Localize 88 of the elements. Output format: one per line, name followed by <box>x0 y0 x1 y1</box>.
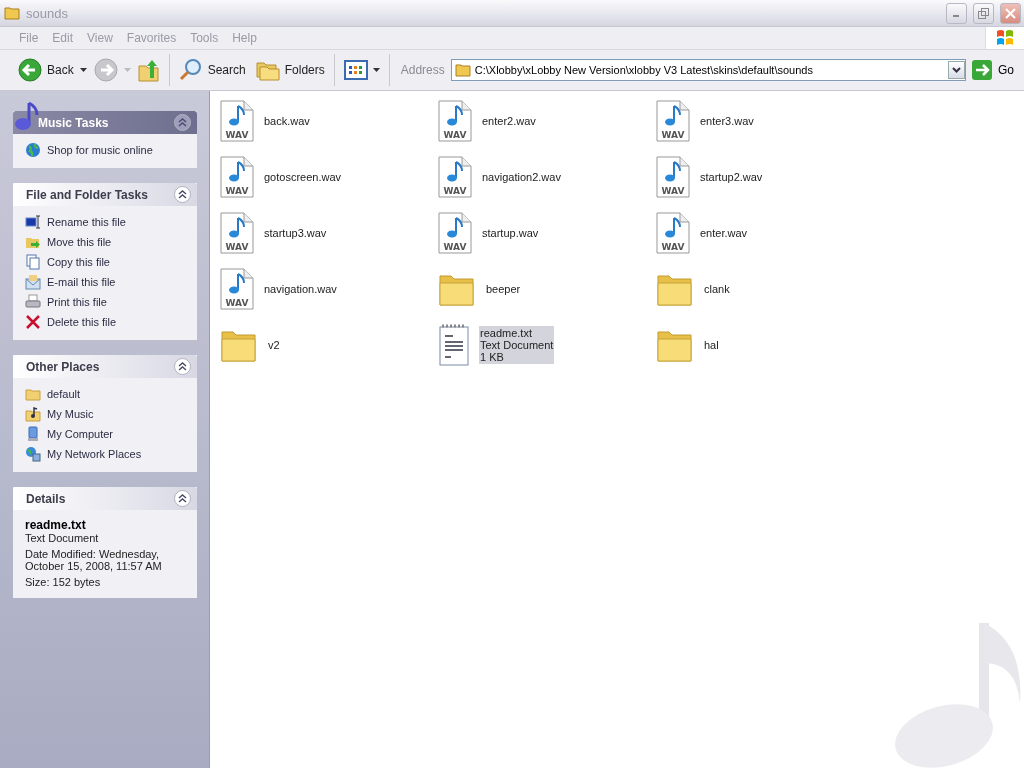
task-link[interactable]: Delete this file <box>25 314 187 330</box>
file-label[interactable]: enter.wav <box>699 226 749 240</box>
address-field[interactable]: C:\Xlobby\xLobby New Version\xlobby V3 Latest\skins\default\sounds <box>450 59 966 81</box>
audio-file-icon: WAV <box>438 100 472 142</box>
address-label: Address <box>400 63 445 77</box>
caret-icon[interactable] <box>79 67 88 73</box>
audio-file-icon: WAV <box>220 212 254 254</box>
caret-icon <box>952 67 961 73</box>
music-folder-icon <box>25 406 41 422</box>
file-label[interactable]: startup3.wav <box>263 226 328 240</box>
audio-file-icon: WAV <box>220 100 254 142</box>
back-button[interactable]: Back <box>14 54 78 86</box>
collapse-button[interactable] <box>174 114 191 131</box>
details-name: readme.txt <box>25 518 87 532</box>
file-label[interactable]: startup.wav <box>481 226 540 240</box>
chevron-icon <box>178 494 187 503</box>
panel-title: Music Tasks <box>37 115 110 130</box>
restore-button[interactable] <box>973 2 994 24</box>
windows-logo-icon <box>995 28 1015 48</box>
folders-button[interactable]: Folders <box>251 54 329 86</box>
collapse-button[interactable] <box>174 186 191 203</box>
collapse-button[interactable] <box>174 490 191 507</box>
details-type: Text Document <box>25 532 100 544</box>
file-label[interactable]: readme.txt Text Document 1 KB <box>479 326 555 364</box>
task-link[interactable]: Move this file <box>25 234 187 250</box>
search-icon <box>178 58 203 82</box>
file-label[interactable]: beeper <box>485 282 522 296</box>
file-label[interactable]: navigation2.wav <box>481 170 562 184</box>
task-link[interactable]: My Computer <box>25 426 187 442</box>
panel-title: File and Folder Tasks <box>26 187 149 202</box>
task-link[interactable]: Copy this file <box>25 254 187 270</box>
rename-icon <box>25 214 41 230</box>
printer-icon <box>25 294 41 310</box>
file-label[interactable]: gotoscreen.wav <box>263 170 343 184</box>
task-link[interactable]: Shop for music online <box>25 142 187 158</box>
folder-icon <box>25 386 41 402</box>
folder-up-arrow-icon <box>137 58 160 82</box>
audio-file-icon: WAV <box>438 156 472 198</box>
dropdown-button[interactable] <box>948 61 965 79</box>
audio-file-icon: WAV <box>656 100 690 142</box>
minimize-button[interactable] <box>946 2 967 24</box>
file-label[interactable]: startup2.wav <box>699 170 764 184</box>
computer-icon <box>25 426 41 442</box>
globe-icon <box>25 142 41 158</box>
file-label[interactable]: hal <box>703 338 720 352</box>
delete-icon <box>25 314 41 330</box>
collapse-button[interactable] <box>174 358 191 375</box>
file-label[interactable]: back.wav <box>263 114 311 128</box>
file-label[interactable]: v2 <box>267 338 281 352</box>
details-size: Size: 152 bytes <box>25 576 102 588</box>
search-button[interactable]: Search <box>174 54 250 86</box>
task-link[interactable]: default <box>25 386 187 402</box>
email-icon <box>25 274 41 290</box>
window-title: sounds <box>26 5 69 21</box>
folder-icon <box>4 6 20 20</box>
audio-file-icon: WAV <box>656 212 690 254</box>
views-icon <box>343 60 368 80</box>
chevron-icon <box>178 362 187 371</box>
restore-icon <box>978 7 989 19</box>
audio-file-icon: WAV <box>220 156 254 198</box>
panel-title: Details <box>26 491 67 506</box>
details-date: Date Modified: Wednesday, October 15, 2008, 11:57 AM <box>25 548 163 572</box>
audio-file-icon: WAV <box>656 156 690 198</box>
file-label[interactable]: navigation.wav <box>263 282 338 296</box>
task-link[interactable]: My Music <box>25 406 187 422</box>
task-link[interactable]: Rename this file <box>25 214 187 230</box>
close-icon <box>1005 7 1016 19</box>
chevron-icon <box>178 118 187 127</box>
text-file-icon <box>438 323 470 367</box>
file-label[interactable]: enter3.wav <box>699 114 755 128</box>
file-label[interactable]: enter2.wav <box>481 114 537 128</box>
folders-icon <box>255 59 280 81</box>
audio-file-icon: WAV <box>220 268 254 310</box>
file-label[interactable]: clank <box>703 282 731 296</box>
task-link[interactable]: E-mail this file <box>25 274 187 290</box>
copy-icon <box>25 254 41 270</box>
go-arrow-icon <box>972 60 992 80</box>
caret-icon <box>372 68 380 72</box>
panel-title: Other Places <box>26 359 101 374</box>
go-button[interactable]: Go <box>968 60 1024 80</box>
task-link[interactable]: Print this file <box>25 294 187 310</box>
chevron-icon <box>178 190 187 199</box>
task-link[interactable]: My Network Places <box>25 446 187 462</box>
audio-file-icon: WAV <box>438 212 472 254</box>
close-button[interactable] <box>1000 2 1021 24</box>
network-icon <box>25 446 41 462</box>
music-note-icon <box>13 101 39 133</box>
folder-icon <box>454 63 471 77</box>
